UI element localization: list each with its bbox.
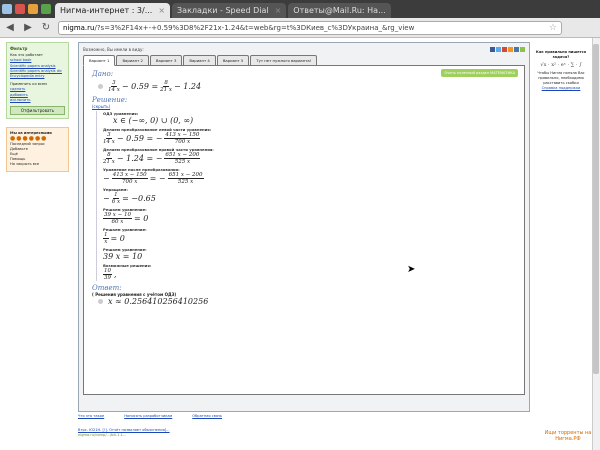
scrollbar-thumb[interactable] [593, 44, 599, 374]
close-icon[interactable]: × [158, 6, 165, 15]
apply-item[interactable]: исключить [10, 98, 65, 103]
filter-item[interactable]: Encyclopedia entry [10, 74, 65, 79]
tab-variant-5[interactable]: Вариант 5 [216, 55, 250, 66]
variant-tabs: Вариант 1 Вариант 2 Вариант 3 Вариант 4 … [83, 55, 525, 66]
right-sidebar: Как правильно пишется задача? √x · x² · … [532, 50, 590, 91]
app-icon[interactable] [28, 4, 38, 14]
solution-steps: ОДЗ уравнения: x ∈ (−∞, 0) ∪ (0, ∞) Дела… [96, 111, 516, 281]
math-badge[interactable]: Очень полезный раздел МАТЕМАТИКА [441, 69, 518, 77]
bullet-icon [98, 299, 103, 304]
help-examples: √x · x² · eˣ · ∑ · ∫ [540, 62, 582, 68]
share-icon[interactable] [508, 47, 513, 52]
interest-link[interactable]: Но закрыть все [10, 162, 65, 167]
solution-title: Решение: [92, 96, 128, 104]
footer-link[interactable]: Что это такое [78, 414, 104, 420]
share-icon[interactable] [490, 47, 495, 52]
tab-nigma[interactable]: Нигма-интернет : 3/... × [55, 3, 171, 18]
tab-label: Нигма-интернет : 3/... [60, 6, 153, 15]
help-question: Как правильно пишется задача? [535, 50, 587, 59]
result-url: nigma.ru/comp/.../bit-1.1... [78, 433, 127, 437]
tab-bar-apps [0, 0, 53, 18]
step-math: x ∈ (−∞, 0) ∪ (0, ∞) [113, 116, 194, 125]
app-icon[interactable] [41, 4, 51, 14]
tab-speed-dial[interactable]: Закладки - Speed Dial × [172, 3, 287, 18]
step-math: − 413 x − 150 700 x = − 651 x − 200 525 x [103, 172, 204, 185]
answer-title: Ответ: [92, 284, 122, 292]
solution-content: Очень полезный раздел МАТЕМАТИКА Дано: 3… [83, 65, 525, 395]
step-math: − 16 x = −0.65 [103, 192, 156, 205]
app-icon[interactable] [15, 4, 25, 14]
solver-panel: Возможно, Вы имели в виду: Вариант 1 Вар… [78, 42, 530, 412]
step-math: 39 x − 10 60 x = 0 [103, 212, 149, 225]
answer-value: x ≈ 0.256410256410256 [108, 297, 209, 306]
tab-label: Ответы@Mail.Ru: На... [293, 6, 386, 15]
interest-box: Мы из интересными ●●●●●● Последний запро… [6, 127, 69, 172]
filter-title: Фильтр [10, 46, 28, 51]
forward-icon[interactable]: ▶ [22, 22, 34, 34]
nigma-logo[interactable]: Ищи торренты на Нигма.РФ [536, 430, 600, 442]
app-icon[interactable] [2, 4, 12, 14]
solver-header: Возможно, Вы имели в виду: [83, 47, 525, 52]
share-icon[interactable] [496, 47, 501, 52]
page-footer: Что это такое Написать разработчикам Обр… [78, 414, 538, 439]
answer-row: x ≈ 0.256410256410256 [98, 297, 516, 306]
filter-button[interactable]: Отфильтровать [10, 106, 65, 116]
back-icon[interactable]: ◀ [4, 22, 16, 34]
url-host: nigma.ru [63, 23, 95, 32]
star-icon[interactable]: ☆ [549, 23, 557, 33]
step-math: 39 x = 10 [103, 252, 143, 261]
mouse-cursor-icon: ➤ [407, 264, 416, 275]
tab-variant-1[interactable]: Вариант 1 [83, 55, 116, 66]
bullet-icon [98, 84, 103, 89]
footer-link[interactable]: Обратная связь [192, 414, 222, 420]
url-path: /?s=3%2F14x+-+0.59%3D8%2F21x-1.24&t=web&… [94, 23, 415, 32]
page-viewport: Фильтр Как это работает school book Scie… [0, 38, 600, 450]
tab-label: Закладки - Speed Dial [177, 6, 269, 15]
tab-mail-answers[interactable]: Ответы@Mail.Ru: На... [288, 3, 391, 18]
left-sidebar: Фильтр Как это работает school book Scie… [6, 42, 69, 172]
share-icon[interactable] [514, 47, 519, 52]
help-link[interactable]: Справка поддержки [532, 86, 590, 91]
tab-variant-4[interactable]: Вариант 4 [183, 55, 216, 66]
close-icon[interactable]: × [275, 6, 282, 15]
step-math: 1x = 0 [103, 232, 125, 245]
did-you-mean: Возможно, Вы имели в виду: [83, 47, 144, 52]
footer-link[interactable]: Написать разработчикам [124, 414, 172, 420]
browser-toolbar: ◀ ▶ ↻ nigma.ru/?s=3%2F14x+-+0.59%3D8%2F2… [0, 18, 600, 38]
given-equation: 3 14 x − 0.59 = 8 21 x − 1.24 [98, 80, 516, 93]
hide-link[interactable]: (скрыть) [92, 104, 516, 109]
footer-links: Что это такое Написать разработчикам Обр… [78, 414, 538, 420]
share-icons [490, 47, 525, 52]
step-math: 10 39, [103, 268, 117, 281]
help-text: Чтобы Нигма поняла Вас правильно, необхо… [537, 71, 585, 85]
tab-no-variant[interactable]: Тут нет нужного варианта! [250, 55, 318, 66]
step-math: 8 21 x − 1.24 = − 651 x − 200 525 x [103, 152, 201, 165]
tab-variant-3[interactable]: Вариант 3 [149, 55, 183, 66]
page-scrollbar[interactable] [592, 38, 600, 450]
browser-tab-bar: Нигма-интернет : 3/... × Закладки - Speed… [0, 0, 600, 18]
share-icon[interactable] [520, 47, 525, 52]
reload-icon[interactable]: ↻ [40, 22, 52, 34]
address-bar[interactable]: nigma.ru/?s=3%2F14x+-+0.59%3D8%2F21x-1.2… [58, 20, 562, 35]
step-math: 3 14 x − 0.59 = − 413 x − 150 700 x [103, 132, 201, 145]
filter-box: Фильтр Как это работает school book Scie… [6, 42, 69, 120]
share-icon[interactable] [502, 47, 507, 52]
tab-variant-2[interactable]: Вариант 2 [116, 55, 149, 66]
